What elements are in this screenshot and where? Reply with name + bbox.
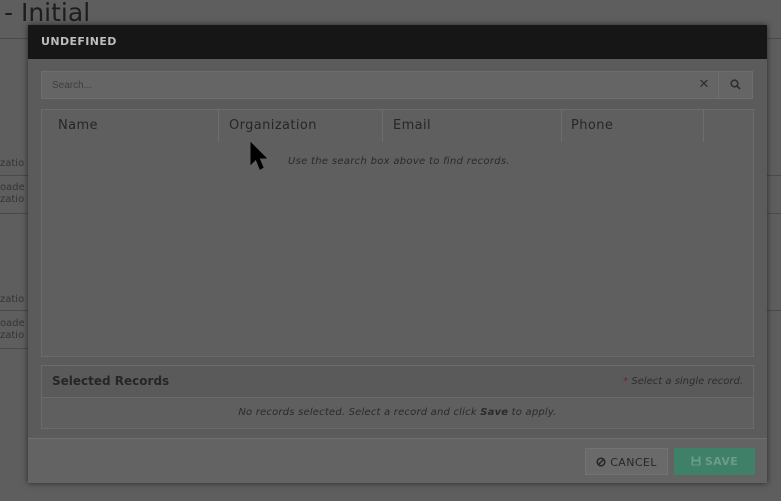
modal-body: ✕ Name Organization Email Phone Use the …: [28, 59, 767, 438]
selection-hint-text: Select a single record.: [631, 376, 743, 387]
ban-icon: [596, 449, 606, 476]
search-button[interactable]: [718, 72, 752, 98]
selected-empty-message: No records selected. Select a record and…: [42, 397, 753, 428]
selected-empty-suffix: to apply.: [511, 407, 557, 418]
clear-search-icon[interactable]: ✕: [692, 72, 716, 98]
search-input[interactable]: [42, 72, 692, 98]
bg-text-fragment: oade: [0, 182, 25, 193]
record-picker-modal: UNDEFINED ✕ Name Organization Email Phon…: [28, 25, 767, 483]
selected-records-title: Selected Records: [52, 374, 170, 388]
selection-hint: * Select a single record.: [623, 366, 743, 397]
bg-text-fragment: zatio: [0, 194, 25, 205]
selected-records-header: Selected Records * Select a single recor…: [42, 366, 753, 398]
divider: [0, 310, 30, 311]
bg-text-fragment: zatio: [0, 330, 25, 341]
column-header-email[interactable]: Email: [383, 110, 562, 142]
column-header-organization[interactable]: Organization: [219, 110, 383, 142]
divider: [0, 348, 30, 349]
mouse-cursor-icon: [250, 142, 268, 170]
floppy-disk-icon: [691, 448, 701, 475]
column-header-phone[interactable]: Phone: [562, 110, 704, 142]
save-label: SAVE: [704, 455, 739, 468]
bg-text-fragment: zatio: [0, 294, 25, 305]
divider: [0, 175, 30, 176]
bg-text-fragment: zatio: [0, 158, 25, 169]
search-bar: ✕: [41, 71, 753, 99]
results-empty-message: Use the search box above to find records…: [288, 156, 510, 167]
modal-title: UNDEFINED: [28, 25, 767, 59]
results-table: Name Organization Email Phone Use the se…: [41, 109, 754, 357]
cancel-label: CANCEL: [610, 456, 657, 469]
selected-empty-prefix: No records selected. Select a record and…: [238, 407, 477, 418]
column-header-name[interactable]: Name: [42, 110, 219, 142]
search-icon: [730, 79, 741, 90]
page-title: - Initial: [4, 0, 91, 27]
selected-empty-bold: Save: [480, 407, 509, 418]
required-mark: *: [623, 376, 629, 387]
divider: [0, 213, 30, 214]
results-header: Name Organization Email Phone: [42, 110, 753, 142]
divider: [0, 38, 30, 39]
selected-records-panel: Selected Records * Select a single recor…: [41, 365, 754, 429]
bg-text-fragment: oade: [0, 318, 25, 329]
cancel-button[interactable]: CANCEL: [585, 448, 668, 475]
modal-footer: CANCEL SAVE: [28, 438, 767, 483]
save-button[interactable]: SAVE: [674, 448, 755, 475]
